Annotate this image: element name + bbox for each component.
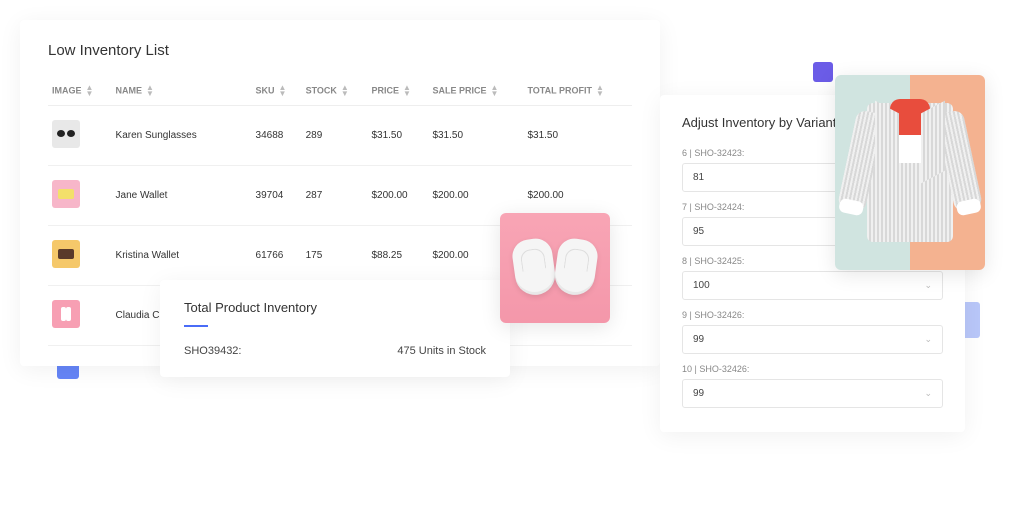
col-image[interactable]: IMAGE▲▼ bbox=[48, 77, 112, 106]
cell-name: Karen Sunglasses bbox=[112, 106, 252, 166]
variant-value: 100 bbox=[693, 280, 710, 291]
variant-value: 99 bbox=[693, 334, 704, 345]
total-inventory-card: Total Product Inventory SHO39432: 475 Un… bbox=[160, 280, 510, 377]
cell-sku: 39704 bbox=[252, 166, 302, 226]
product-image-shoes bbox=[500, 213, 610, 323]
cell-sku: 61766 bbox=[252, 226, 302, 286]
product-thumb-icon bbox=[52, 180, 80, 208]
cell-profit: $31.50 bbox=[523, 106, 632, 166]
variant-select[interactable]: 99 ⌄ bbox=[682, 325, 943, 354]
decorative-square bbox=[813, 62, 833, 82]
total-stock-text: 475 Units in Stock bbox=[397, 345, 486, 357]
variant-select[interactable]: 99 ⌄ bbox=[682, 379, 943, 408]
cell-price: $200.00 bbox=[367, 166, 428, 226]
shoe-icon bbox=[552, 236, 599, 297]
variant-select[interactable]: 100 ⌄ bbox=[682, 271, 943, 300]
sort-icon: ▲▼ bbox=[279, 85, 287, 97]
chevron-down-icon: ⌄ bbox=[924, 388, 932, 399]
cell-stock: 289 bbox=[302, 106, 368, 166]
chevron-down-icon: ⌄ bbox=[924, 334, 932, 345]
total-sku-label: SHO39432: bbox=[184, 345, 241, 357]
variant-value: 95 bbox=[693, 226, 704, 237]
col-price[interactable]: PRICE▲▼ bbox=[367, 77, 428, 106]
col-sku[interactable]: SKU▲▼ bbox=[252, 77, 302, 106]
divider-accent bbox=[184, 325, 208, 327]
variant-label: 9 | SHO-32426: bbox=[682, 310, 943, 320]
col-sale-price[interactable]: SALE PRICE▲▼ bbox=[428, 77, 523, 106]
cell-name: Kristina Wallet bbox=[112, 226, 252, 286]
product-thumb-icon bbox=[52, 120, 80, 148]
cell-price: $31.50 bbox=[367, 106, 428, 166]
cell-sku: 34688 bbox=[252, 106, 302, 166]
shoe-icon bbox=[510, 236, 557, 297]
product-thumb-icon bbox=[52, 240, 80, 268]
table-row[interactable]: Karen Sunglasses 34688 289 $31.50 $31.50… bbox=[48, 106, 632, 166]
sort-icon: ▲▼ bbox=[403, 85, 411, 97]
cell-sale: $31.50 bbox=[428, 106, 523, 166]
cell-stock: 287 bbox=[302, 166, 368, 226]
card-title: Total Product Inventory bbox=[184, 300, 486, 315]
sort-icon: ▲▼ bbox=[146, 85, 154, 97]
chevron-down-icon: ⌄ bbox=[924, 280, 932, 291]
cell-stock: 175 bbox=[302, 226, 368, 286]
variant-value: 81 bbox=[693, 172, 704, 183]
sort-icon: ▲▼ bbox=[596, 85, 604, 97]
sort-icon: ▲▼ bbox=[341, 85, 349, 97]
sort-icon: ▲▼ bbox=[86, 85, 94, 97]
variant-label: 10 | SHO-32426: bbox=[682, 364, 943, 374]
cell-name: Jane Wallet bbox=[112, 166, 252, 226]
cell-price: $88.25 bbox=[367, 226, 428, 286]
sort-icon: ▲▼ bbox=[490, 85, 498, 97]
product-image-blazer bbox=[835, 75, 985, 270]
col-name[interactable]: NAME▲▼ bbox=[112, 77, 252, 106]
product-thumb-icon bbox=[52, 300, 80, 328]
col-stock[interactable]: STOCK▲▼ bbox=[302, 77, 368, 106]
variant-value: 99 bbox=[693, 388, 704, 399]
card-title: Low Inventory List bbox=[48, 42, 632, 59]
col-total-profit[interactable]: TOTAL PROFIT▲▼ bbox=[523, 77, 632, 106]
